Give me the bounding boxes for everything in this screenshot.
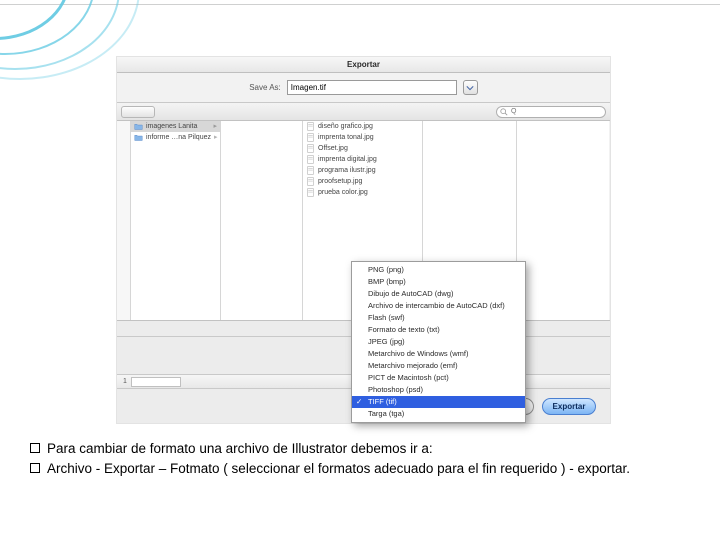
list-item[interactable]: Offset.jpg bbox=[303, 143, 422, 154]
dialog-title: Exportar bbox=[117, 57, 610, 73]
search-wrap bbox=[496, 106, 606, 118]
format-option[interactable]: Metarchivo de Windows (wmf) bbox=[352, 348, 525, 360]
format-option[interactable]: PICT de Macintosh (pct) bbox=[352, 372, 525, 384]
list-item[interactable]: programa ilustr.jpg bbox=[303, 165, 422, 176]
filename-input[interactable] bbox=[287, 80, 457, 95]
browser-col-2[interactable] bbox=[221, 121, 303, 320]
file-icon bbox=[306, 188, 315, 197]
file-icon bbox=[306, 155, 315, 164]
folder-icon bbox=[134, 133, 143, 142]
bullet-item: Para cambiar de formato una archivo de I… bbox=[30, 440, 690, 458]
list-item[interactable]: imprenta digital.jpg bbox=[303, 154, 422, 165]
bullet-text: Archivo - Exportar – Fotmato ( seleccion… bbox=[47, 460, 630, 478]
format-option[interactable]: TIFF (tif) bbox=[352, 396, 525, 408]
chevron-down-icon bbox=[466, 84, 474, 92]
format-option[interactable]: Flash (swf) bbox=[352, 312, 525, 324]
bullet-box-icon bbox=[30, 443, 40, 453]
list-item[interactable]: diseño grafico.jpg bbox=[303, 121, 422, 132]
bullet-box-icon bbox=[30, 463, 40, 473]
file-icon bbox=[306, 166, 315, 175]
format-option[interactable]: Targa (tga) bbox=[352, 408, 525, 420]
disclose-button[interactable] bbox=[463, 80, 478, 95]
slide: Exportar Save As: imagenes Lanita▸inform… bbox=[0, 0, 720, 540]
format-option[interactable]: BMP (bmp) bbox=[352, 276, 525, 288]
search-icon bbox=[500, 108, 508, 116]
count-box bbox=[131, 377, 181, 387]
format-option[interactable]: Archivo de intercambio de AutoCAD (dxf) bbox=[352, 300, 525, 312]
save-as-label: Save As: bbox=[249, 83, 281, 92]
format-option[interactable]: JPEG (jpg) bbox=[352, 336, 525, 348]
search-input[interactable] bbox=[496, 106, 606, 118]
format-option[interactable]: Formato de texto (txt) bbox=[352, 324, 525, 336]
format-dropdown[interactable]: PNG (png)BMP (bmp)Dibujo de AutoCAD (dwg… bbox=[351, 261, 526, 423]
export-dialog-screenshot: Exportar Save As: imagenes Lanita▸inform… bbox=[116, 56, 611, 424]
file-icon bbox=[306, 133, 315, 142]
item-count: 1 bbox=[123, 378, 127, 385]
list-item[interactable]: informe …na Pilquez▸ bbox=[131, 132, 220, 143]
file-icon bbox=[306, 144, 315, 153]
bullet-item: Archivo - Exportar – Fotmato ( seleccion… bbox=[30, 460, 690, 478]
top-divider bbox=[0, 4, 720, 5]
file-icon bbox=[306, 122, 315, 131]
format-option[interactable]: PNG (png) bbox=[352, 264, 525, 276]
browser-col-1[interactable]: imagenes Lanita▸informe …na Pilquez▸ bbox=[131, 121, 221, 320]
browser-toolbar bbox=[117, 103, 610, 121]
format-option[interactable]: Metarchivo mejorado (emf) bbox=[352, 360, 525, 372]
list-item[interactable]: prueba color.jpg bbox=[303, 187, 422, 198]
browser-col-5[interactable] bbox=[517, 121, 610, 320]
slide-notes: Para cambiar de formato una archivo de I… bbox=[30, 440, 690, 480]
export-button[interactable]: Exportar bbox=[542, 398, 596, 415]
format-option[interactable]: Dibujo de AutoCAD (dwg) bbox=[352, 288, 525, 300]
folder-icon bbox=[134, 122, 143, 131]
save-as-row: Save As: bbox=[117, 73, 610, 103]
bullet-text: Para cambiar de formato una archivo de I… bbox=[47, 440, 433, 458]
list-item[interactable]: imprenta tonal.jpg bbox=[303, 132, 422, 143]
list-item[interactable]: imagenes Lanita▸ bbox=[131, 121, 220, 132]
list-item[interactable]: proofsetup.jpg bbox=[303, 176, 422, 187]
nav-buttons[interactable] bbox=[121, 106, 155, 118]
file-icon bbox=[306, 177, 315, 186]
format-option[interactable]: Photoshop (psd) bbox=[352, 384, 525, 396]
sidebar-sliver bbox=[117, 121, 131, 320]
